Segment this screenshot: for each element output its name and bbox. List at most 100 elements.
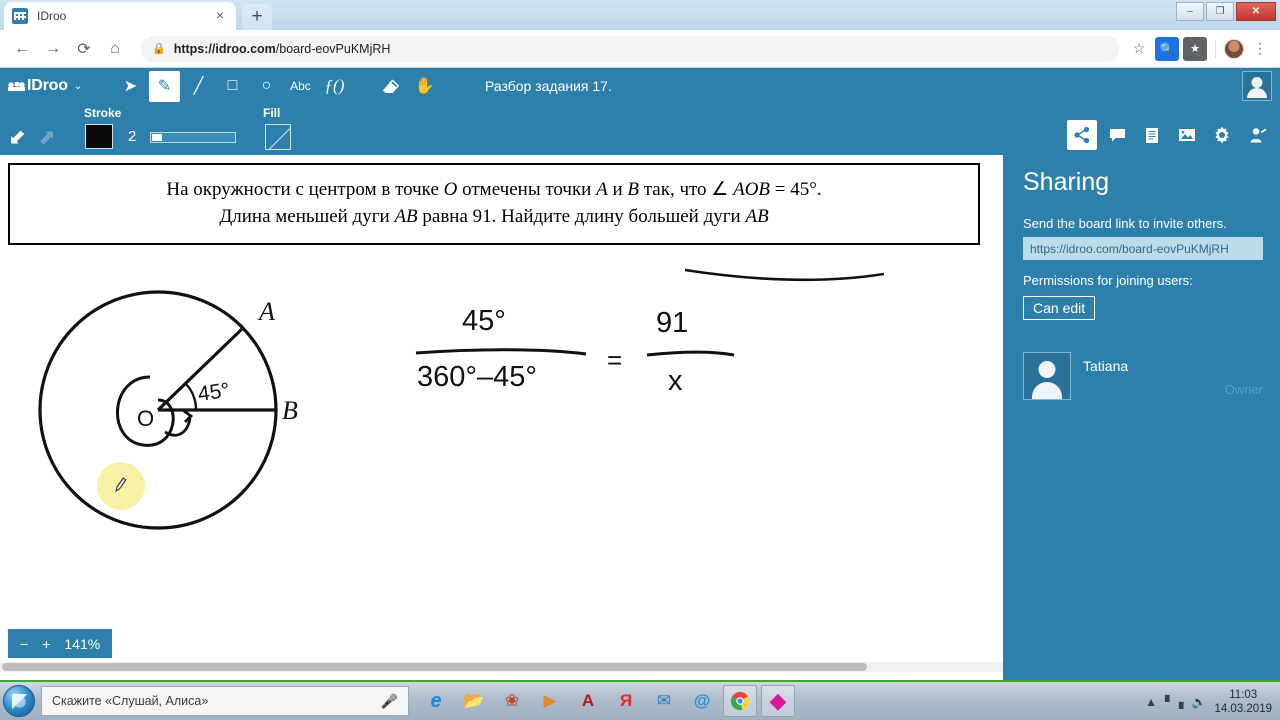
chevron-down-icon[interactable]: ⌄ <box>74 81 82 92</box>
stroke-width-slider[interactable] <box>150 132 236 143</box>
start-button[interactable] <box>3 685 35 717</box>
diamond-app-icon[interactable]: ◆ <box>761 685 795 717</box>
omnibox-icons: ☆ 🔍 ★ ⋮ <box>1127 36 1272 61</box>
formula-tool[interactable]: ƒ() <box>319 71 350 102</box>
pencil-cursor-icon <box>115 477 127 493</box>
idroo-logo[interactable]: IDroo ⌄ <box>8 77 82 95</box>
idroo-tool-row: IDroo ⌄ ➤ ✎ ╱ □ ○ Abc ƒ() ✋ Разбор задан… <box>0 68 1280 104</box>
hand-tool[interactable]: ✋ <box>409 71 440 102</box>
idroo-people-icon <box>8 80 25 93</box>
forward-icon[interactable]: → <box>39 35 67 63</box>
close-window-button[interactable]: ✕ <box>1236 2 1276 21</box>
redo-icon[interactable]: ⬈ <box>34 124 60 150</box>
alice-search-box[interactable]: Скажите «Слушай, Алиса» 🎤 <box>41 686 409 716</box>
board-link-input[interactable]: https://idroo.com/board-eovPuKMjRH <box>1023 237 1263 260</box>
eq-left-denominator: 360°–45° <box>417 361 537 393</box>
sidebar-title: Sharing <box>1023 168 1110 196</box>
mail-icon[interactable]: ✉ <box>647 685 681 717</box>
avatar-head <box>1251 77 1263 88</box>
toolbar-divider <box>1215 39 1216 58</box>
home-icon[interactable]: ⌂ <box>101 35 129 63</box>
eq-right-numerator: 91 <box>656 307 688 339</box>
chrome-icon[interactable] <box>723 685 757 717</box>
undo-icon[interactable]: ⬋ <box>4 124 30 150</box>
pencil-tool[interactable]: ✎ <box>148 70 180 102</box>
new-tab-button[interactable]: + <box>242 4 272 30</box>
stroke-label: Stroke <box>84 106 122 120</box>
zoom-control: − + 141% <box>8 629 113 658</box>
browser-toolbar: ← → ⟳ ⌂ 🔒 https://idroo.com/board-eovPuK… <box>0 30 1280 68</box>
zoom-in-button[interactable]: + <box>42 636 50 652</box>
search-extension-icon[interactable]: 🔍 <box>1155 36 1179 61</box>
member-avatar <box>1023 352 1071 400</box>
problem-line-2: Длина меньшей дуги AB равна 91. Найдите … <box>219 206 769 227</box>
stroke-color-swatch[interactable] <box>85 124 113 149</box>
address-bar[interactable]: 🔒 https://idroo.com/board-eovPuKMjRH <box>140 35 1119 62</box>
select-tool[interactable]: ➤ <box>115 71 146 102</box>
permissions-dropdown[interactable]: Can edit <box>1023 296 1096 320</box>
tab-title: IDroo <box>37 9 67 23</box>
reload-icon[interactable]: ⟳ <box>70 35 98 63</box>
current-user-avatar[interactable] <box>1242 71 1272 101</box>
minimize-button[interactable]: – <box>1176 2 1204 21</box>
taskbar-clock[interactable]: 11:03 14.03.2019 <box>1214 688 1272 717</box>
sidebar-subtitle: Send the board link to invite others. <box>1023 216 1227 231</box>
label-B: B <box>282 396 298 425</box>
alice-placeholder: Скажите «Слушай, Алиса» <box>52 694 209 708</box>
rectangle-tool[interactable]: □ <box>217 71 248 102</box>
settings-gear-icon[interactable] <box>1207 120 1237 150</box>
scrollbar-thumb[interactable] <box>2 663 867 671</box>
maximize-button[interactable]: ❐ <box>1206 2 1234 21</box>
problem-line-1: На окружности с центром в точке O отмече… <box>166 179 822 201</box>
url-host: https://idroo.com <box>173 41 276 56</box>
avatar-head <box>1038 361 1056 378</box>
sharing-sidebar: Sharing Send the board link to invite ot… <box>1003 110 1280 720</box>
image-icon[interactable] <box>1172 120 1202 150</box>
idroo-brand-text: IDroo <box>27 77 68 94</box>
taskbar-app-icons: e 📂 ❀ ▶ A Я ✉ @ ◆ <box>419 685 795 717</box>
text-tool[interactable]: Abc <box>285 71 316 102</box>
circle-diagram: A B O 45° <box>38 290 298 530</box>
zoom-out-button[interactable]: − <box>20 636 28 652</box>
label-O: O <box>137 406 154 431</box>
close-icon[interactable]: × <box>212 8 228 24</box>
invite-user-icon[interactable] <box>1242 120 1272 150</box>
eq-right-denominator: x <box>668 365 683 397</box>
internet-explorer-icon[interactable]: e <box>419 685 453 717</box>
microphone-icon[interactable]: 🎤 <box>381 693 398 710</box>
permissions-label: Permissions for joining users: <box>1023 273 1193 288</box>
file-explorer-icon[interactable]: 📂 <box>457 685 491 717</box>
label-angle-45: 45° <box>196 379 231 406</box>
star-extension-icon[interactable]: ★ <box>1183 36 1207 61</box>
browser-tab-idroo[interactable]: IDroo × <box>4 2 236 30</box>
eq-left-numerator: 45° <box>462 305 506 337</box>
media-player-icon[interactable]: ▶ <box>533 685 567 717</box>
whiteboard-canvas[interactable]: На окружности с центром в точке O отмече… <box>0 155 1003 680</box>
share-icon[interactable] <box>1067 120 1097 150</box>
profile-avatar[interactable] <box>1224 38 1244 59</box>
bookmark-star-icon[interactable]: ☆ <box>1127 37 1151 61</box>
board-title: Разбор задания 17. <box>484 78 612 94</box>
document-icon[interactable] <box>1137 120 1167 150</box>
yandex-icon[interactable]: Я <box>609 685 643 717</box>
stroke-width-value: 2 <box>128 128 137 145</box>
windows-taskbar: Скажите «Слушай, Алиса» 🎤 e 📂 ❀ ▶ A Я ✉ … <box>0 680 1280 720</box>
eraser-tool[interactable] <box>375 71 406 102</box>
chat-icon[interactable] <box>1102 120 1132 150</box>
volume-icon[interactable]: 🔈 <box>1191 695 1206 709</box>
network-icon[interactable]: ▘▗ <box>1165 695 1183 709</box>
media-app-icon[interactable]: ❀ <box>495 685 529 717</box>
autocad-icon[interactable]: A <box>571 685 605 717</box>
canvas-horizontal-scrollbar[interactable] <box>0 662 1003 672</box>
fill-color-swatch[interactable] <box>265 124 291 150</box>
back-icon[interactable]: ← <box>8 35 36 63</box>
browser-tab-strip: IDroo × + – ❐ ✕ <box>0 0 1280 30</box>
url-text: https://idroo.com/board-eovPuKMjRH <box>174 42 391 56</box>
ellipse-tool[interactable]: ○ <box>251 71 282 102</box>
member-row: Tatiana Owner <box>1023 352 1263 400</box>
problem-statement-box: На окружности с центром в точке O отмече… <box>8 163 980 245</box>
line-tool[interactable]: ╱ <box>183 71 214 102</box>
tray-expand-icon[interactable]: ▲ <box>1145 695 1157 709</box>
chrome-menu-icon[interactable]: ⋮ <box>1248 37 1272 61</box>
mailru-icon[interactable]: @ <box>685 685 719 717</box>
